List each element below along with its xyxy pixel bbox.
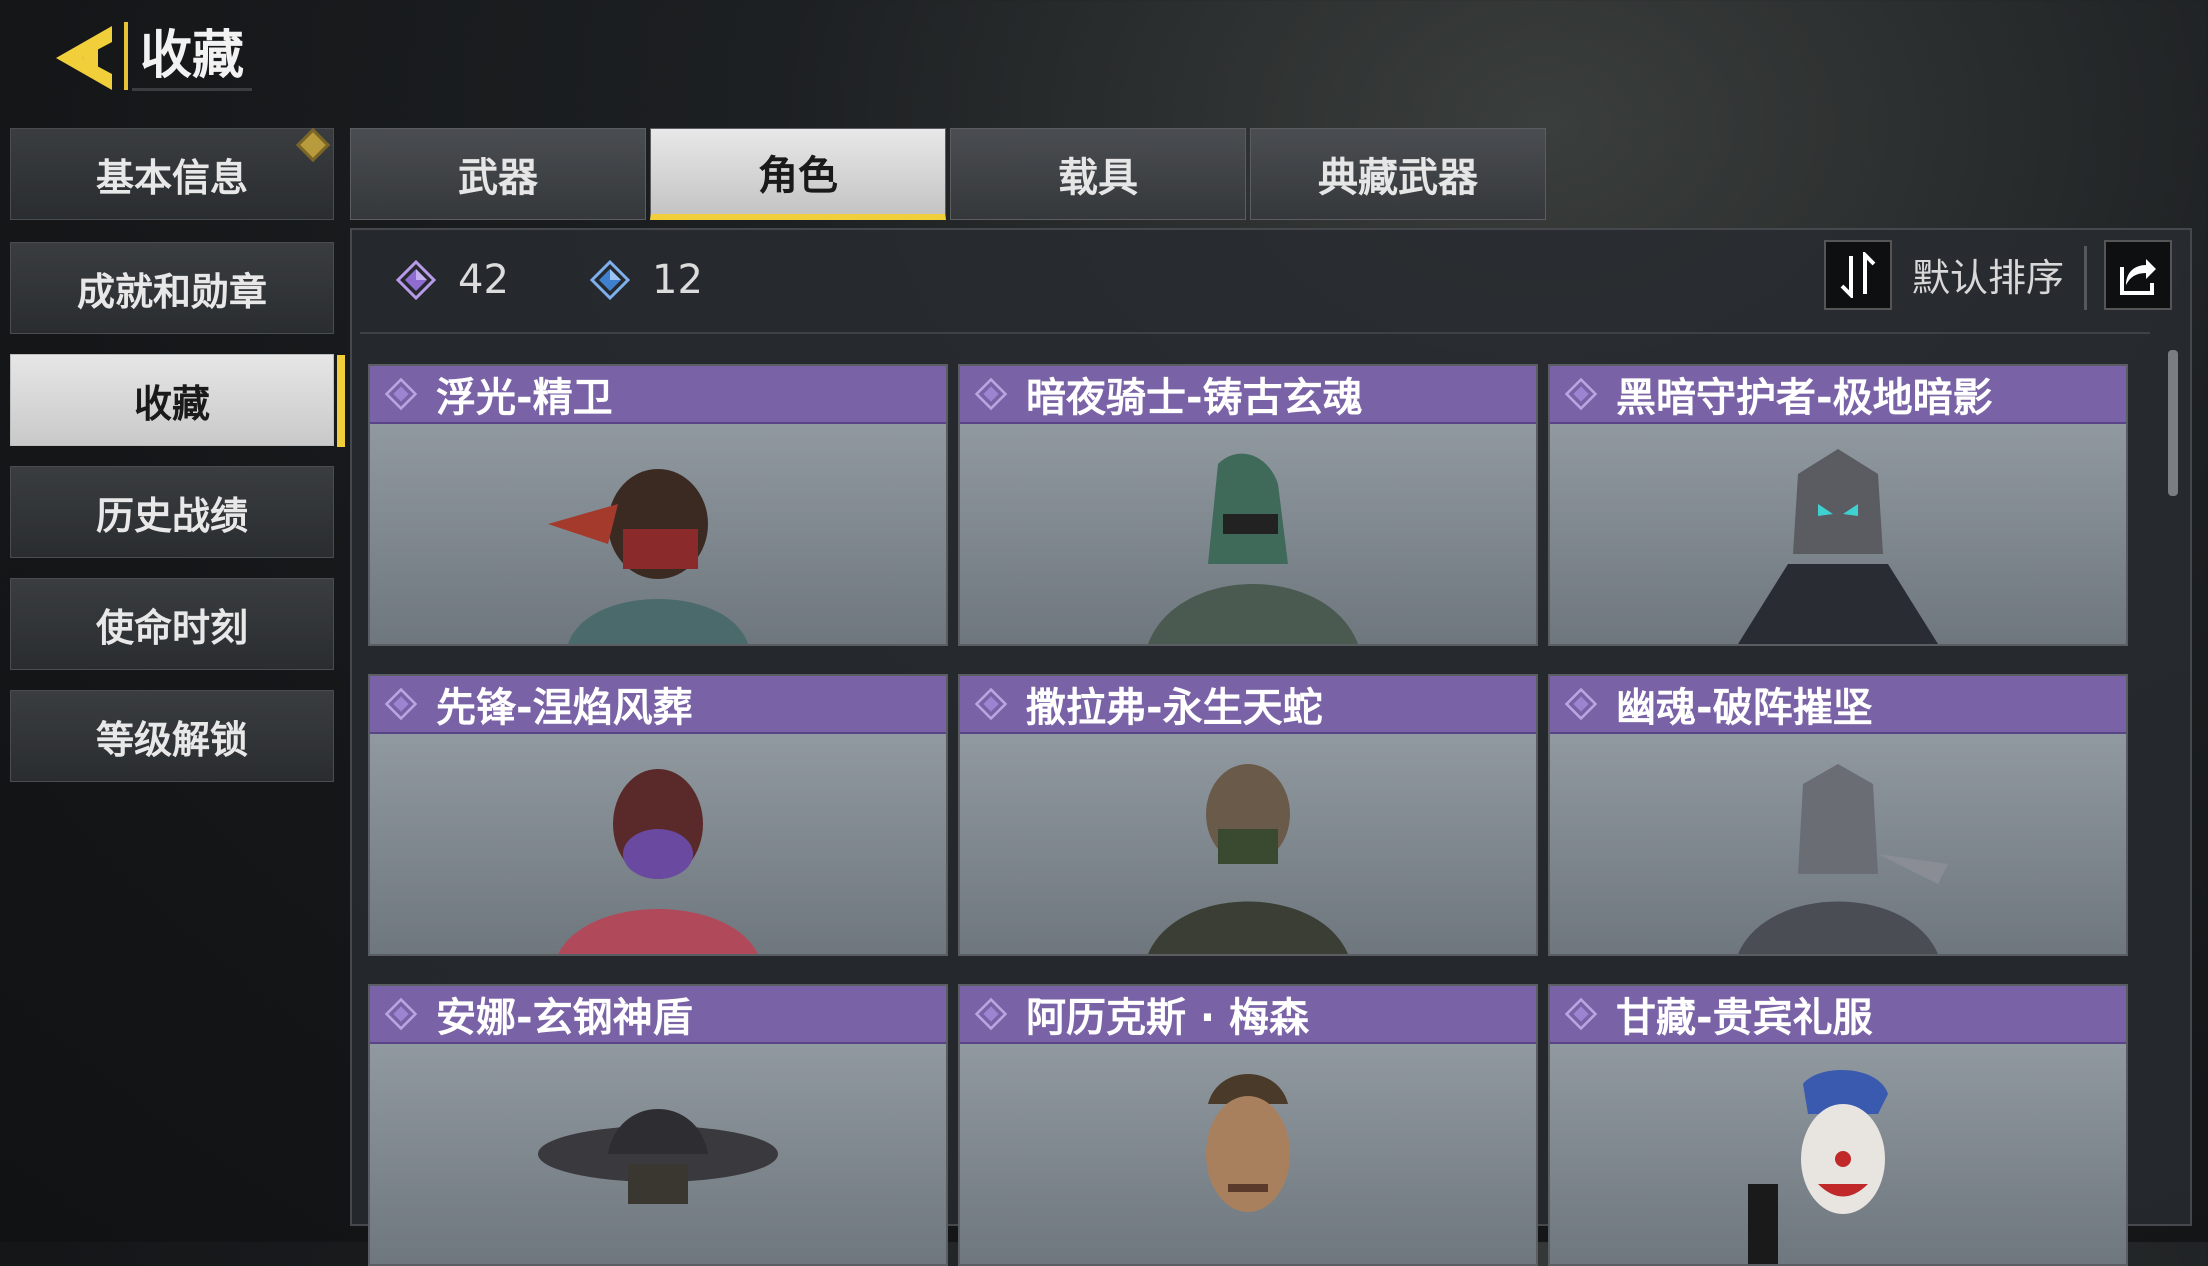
tab-label: 武器	[458, 155, 538, 201]
character-card[interactable]: 撒拉弗-永生天蛇	[958, 674, 1538, 956]
character-portrait	[1148, 453, 1358, 644]
tab-weapons[interactable]: 武器	[350, 128, 646, 220]
rarity-gem-icon	[1564, 687, 1598, 721]
character-card[interactable]: 先锋-涅焰风葬	[368, 674, 948, 956]
purple-gem-icon	[396, 260, 436, 300]
character-portrait	[1206, 1074, 1290, 1212]
sidebar-item-match-history[interactable]: 历史战绩	[10, 466, 334, 558]
character-card[interactable]: 幽魂-破阵摧坚	[1548, 674, 2128, 956]
character-name: 撒拉弗-永生天蛇	[1026, 685, 1323, 731]
character-name: 黑暗守护者-极地暗影	[1616, 375, 1993, 421]
page-title: 收藏	[132, 24, 253, 91]
character-name: 甘藏-贵宾礼服	[1616, 995, 1873, 1041]
count-value: 42	[458, 257, 509, 303]
purple-rarity-count: 42	[396, 250, 509, 310]
share-icon	[2120, 259, 2156, 295]
character-name: 阿历克斯 · 梅森	[1026, 995, 1310, 1041]
card-header: 暗夜骑士-铸古玄魂	[960, 366, 1536, 424]
tab-vehicles[interactable]: 载具	[950, 128, 1246, 220]
character-portrait	[1148, 764, 1348, 954]
sidebar-item-level-unlocks[interactable]: 等级解锁	[10, 690, 334, 782]
tab-label: 角色	[758, 152, 838, 199]
tab-legendary-weapons[interactable]: 典藏武器	[1250, 128, 1546, 220]
sort-dropdown[interactable]: 默认排序	[1912, 250, 2064, 306]
character-name: 暗夜骑士-铸古玄魂	[1026, 375, 1363, 421]
character-name: 先锋-涅焰风葬	[436, 685, 693, 731]
sidebar-item-duty-moments[interactable]: 使命时刻	[10, 578, 334, 670]
character-card[interactable]: 暗夜骑士-铸古玄魂	[958, 364, 1538, 646]
sidebar-item-label: 使命时刻	[95, 605, 248, 650]
rarity-gem-icon	[1564, 997, 1598, 1031]
character-portrait	[548, 469, 748, 644]
notification-diamond-icon	[296, 128, 330, 162]
tab-characters[interactable]: 角色	[650, 128, 946, 220]
card-header: 浮光-精卫	[370, 366, 946, 424]
character-name: 安娜-玄钢神盾	[436, 995, 693, 1041]
card-header: 黑暗守护者-极地暗影	[1550, 366, 2126, 424]
sidebar-item-label: 成就和勋章	[76, 269, 267, 314]
rarity-gem-icon	[974, 377, 1008, 411]
character-portrait	[1738, 764, 1948, 954]
tab-label: 载具	[1058, 155, 1138, 201]
character-name: 幽魂-破阵摧坚	[1616, 685, 1873, 731]
blue-gem-icon	[590, 260, 630, 300]
sort-divider	[2084, 246, 2087, 310]
card-header: 先锋-涅焰风葬	[370, 676, 946, 734]
character-card[interactable]: 阿历克斯 · 梅森	[958, 984, 1538, 1266]
rarity-gem-icon	[384, 687, 418, 721]
sidebar-item-label: 历史战绩	[95, 493, 248, 538]
sidebar-item-label: 等级解锁	[95, 717, 248, 762]
share-button[interactable]	[2104, 240, 2172, 310]
count-value: 12	[652, 257, 703, 303]
character-portrait	[1748, 1070, 1888, 1264]
card-header: 撒拉弗-永生天蛇	[960, 676, 1536, 734]
card-header: 甘藏-贵宾礼服	[1550, 986, 2126, 1044]
rarity-gem-icon	[384, 997, 418, 1031]
panel-divider	[360, 332, 2150, 334]
back-button[interactable]	[52, 22, 122, 94]
sidebar-item-label: 收藏	[133, 381, 210, 426]
character-card[interactable]: 黑暗守护者-极地暗影	[1548, 364, 2128, 646]
character-card[interactable]: 浮光-精卫	[368, 364, 948, 646]
rarity-gem-icon	[384, 377, 418, 411]
card-header: 阿历克斯 · 梅森	[960, 986, 1536, 1044]
character-portrait	[558, 769, 758, 954]
card-header: 安娜-玄钢神盾	[370, 986, 946, 1044]
sidebar-item-collection[interactable]: 收藏	[10, 354, 345, 447]
character-name: 浮光-精卫	[436, 375, 613, 421]
header-divider	[124, 22, 128, 90]
character-portrait	[538, 1109, 778, 1204]
blue-rarity-count: 12	[590, 250, 703, 310]
character-card[interactable]: 安娜-玄钢神盾	[368, 984, 948, 1266]
sort-arrows-icon	[1840, 252, 1876, 298]
rarity-gem-icon	[974, 997, 1008, 1031]
tab-label: 典藏武器	[1318, 155, 1478, 201]
rarity-gem-icon	[1564, 377, 1598, 411]
character-portrait	[1738, 449, 1938, 644]
character-card[interactable]: 甘藏-贵宾礼服	[1548, 984, 2128, 1266]
scrollbar[interactable]	[2168, 350, 2178, 496]
rarity-gem-icon	[974, 687, 1008, 721]
sidebar-item-achievements[interactable]: 成就和勋章	[10, 242, 334, 334]
back-arrow-icon	[56, 26, 112, 90]
sort-order-toggle-button[interactable]	[1824, 240, 1892, 310]
sidebar-item-basic-info[interactable]: 基本信息	[10, 128, 334, 220]
card-header: 幽魂-破阵摧坚	[1550, 676, 2126, 734]
sidebar-item-label: 基本信息	[95, 155, 248, 200]
